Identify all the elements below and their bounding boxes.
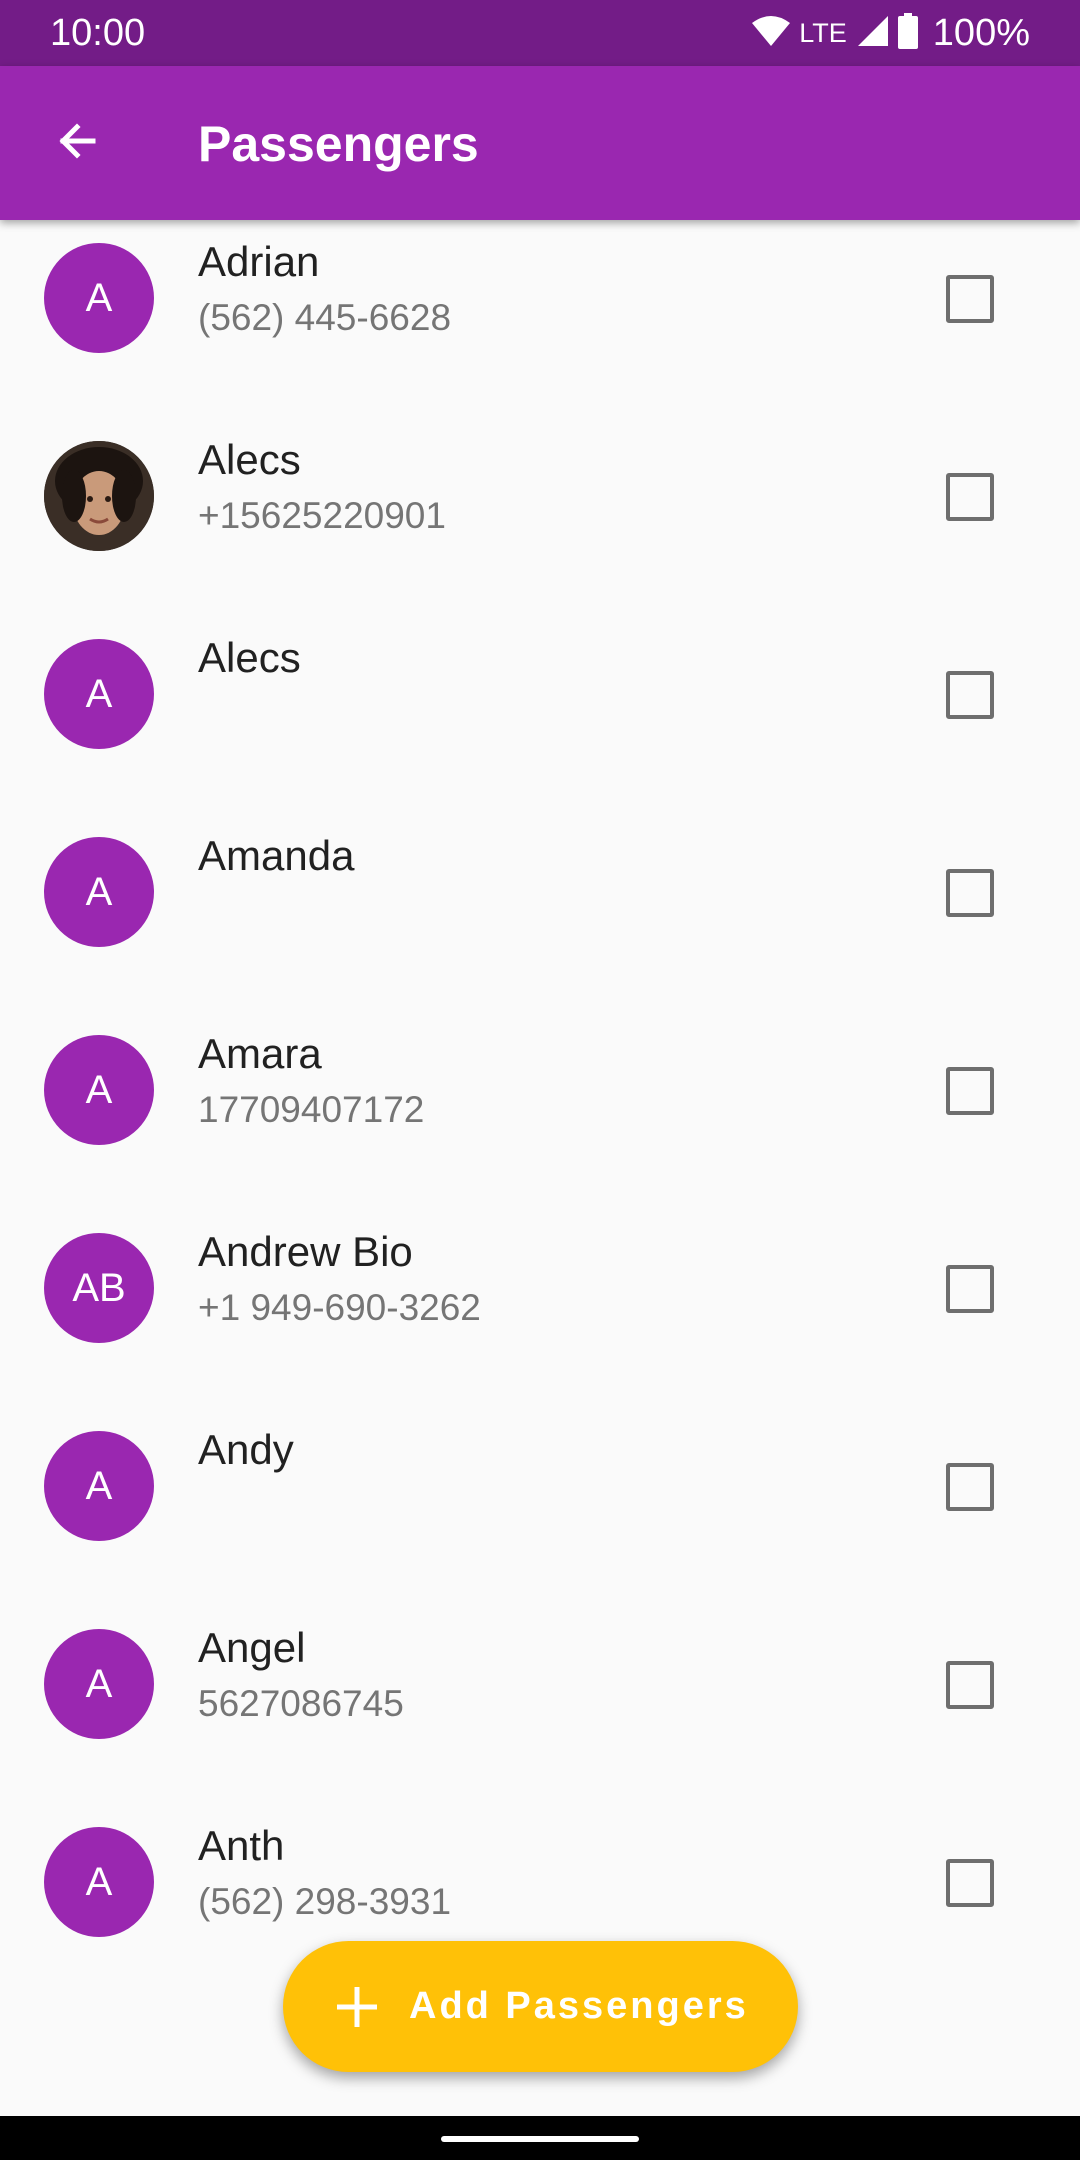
contact-name: Adrian bbox=[198, 238, 320, 285]
contact-name: Amanda bbox=[198, 832, 355, 879]
contact-name: Alecs bbox=[198, 634, 301, 681]
contact-name: Andrew Bio bbox=[198, 1228, 413, 1275]
avatar: A bbox=[44, 1827, 154, 1937]
avatar-initials: A bbox=[85, 869, 113, 914]
avatar: AB bbox=[44, 1233, 154, 1343]
home-indicator[interactable] bbox=[441, 2136, 639, 2142]
contact-phone: (562) 298-3931 bbox=[198, 1881, 452, 1922]
status-icons: LTE 100% bbox=[751, 10, 1030, 56]
avatar-photo bbox=[44, 441, 154, 551]
avatar: A bbox=[44, 1431, 154, 1541]
contact-row[interactable]: A Alecs bbox=[0, 595, 1080, 793]
avatar-initials: A bbox=[85, 1859, 113, 1904]
avatar-initials: A bbox=[85, 1463, 113, 1508]
contact-phone: 17709407172 bbox=[198, 1089, 425, 1130]
contact-row[interactable]: A Adrian (562) 445-6628 bbox=[0, 220, 1080, 397]
contact-phone: +15625220901 bbox=[198, 495, 446, 536]
avatar: A bbox=[44, 243, 154, 353]
avatar-initials: AB bbox=[72, 1265, 126, 1310]
plus-icon bbox=[335, 1985, 379, 2029]
battery-icon bbox=[897, 12, 919, 54]
avatar: A bbox=[44, 1035, 154, 1145]
select-checkbox[interactable] bbox=[946, 1661, 994, 1709]
select-checkbox[interactable] bbox=[946, 1265, 994, 1313]
contact-name: Amara bbox=[198, 1030, 322, 1077]
select-checkbox[interactable] bbox=[946, 671, 994, 719]
network-type: LTE bbox=[799, 18, 847, 48]
contact-phone: (562) 445-6628 bbox=[198, 297, 452, 338]
select-checkbox[interactable] bbox=[946, 1859, 994, 1907]
status-bar: 10:00 LTE 100% bbox=[0, 0, 1080, 66]
contact-row[interactable]: A Andy bbox=[0, 1387, 1080, 1585]
contact-list-viewport[interactable]: A Abe +15622987499 A Adrian (562) 445-66… bbox=[0, 220, 1080, 2116]
contact-name: Andy bbox=[198, 1426, 294, 1473]
contact-name: Alecs bbox=[198, 436, 301, 483]
page-title: Passengers bbox=[198, 116, 479, 172]
contact-row[interactable]: Alecs +15625220901 bbox=[0, 397, 1080, 595]
select-checkbox[interactable] bbox=[946, 1067, 994, 1115]
contact-name: Anth bbox=[198, 1822, 285, 1869]
add-passengers-button[interactable]: Add Passengers bbox=[283, 1941, 798, 2072]
status-time: 10:00 bbox=[50, 12, 146, 54]
contact-list: A Abe +15622987499 A Adrian (562) 445-66… bbox=[0, 220, 1080, 1981]
select-checkbox[interactable] bbox=[946, 275, 994, 323]
avatar: A bbox=[44, 1629, 154, 1739]
add-passengers-label: Add Passengers bbox=[409, 1985, 749, 2027]
select-checkbox[interactable] bbox=[946, 869, 994, 917]
arrow-back-icon bbox=[53, 117, 101, 170]
app-bar: Passengers bbox=[0, 66, 1080, 220]
select-checkbox[interactable] bbox=[946, 473, 994, 521]
contact-phone: 5627086745 bbox=[198, 1683, 404, 1724]
avatar-initials: A bbox=[85, 671, 113, 716]
contact-row[interactable]: AB Andrew Bio +1 949-690-3262 bbox=[0, 1189, 1080, 1387]
avatar-initials: A bbox=[85, 1661, 113, 1706]
select-checkbox[interactable] bbox=[946, 1463, 994, 1511]
contact-row[interactable]: A Amara 17709407172 bbox=[0, 991, 1080, 1189]
back-button[interactable] bbox=[44, 110, 110, 176]
contact-phone: +1 949-690-3262 bbox=[198, 1287, 481, 1328]
avatar: A bbox=[44, 639, 154, 749]
contact-row[interactable]: A Amanda bbox=[0, 793, 1080, 991]
signal-icon bbox=[857, 15, 889, 52]
navigation-bar bbox=[0, 2116, 1080, 2160]
contact-row[interactable]: A Angel 5627086745 bbox=[0, 1585, 1080, 1783]
contact-name: Angel bbox=[198, 1624, 306, 1671]
avatar: A bbox=[44, 837, 154, 947]
avatar-initials: A bbox=[85, 275, 113, 320]
avatar-initials: A bbox=[85, 1067, 113, 1112]
contact-photo bbox=[44, 441, 154, 551]
wifi-icon bbox=[751, 15, 791, 52]
battery-percent: 100% bbox=[932, 12, 1030, 54]
